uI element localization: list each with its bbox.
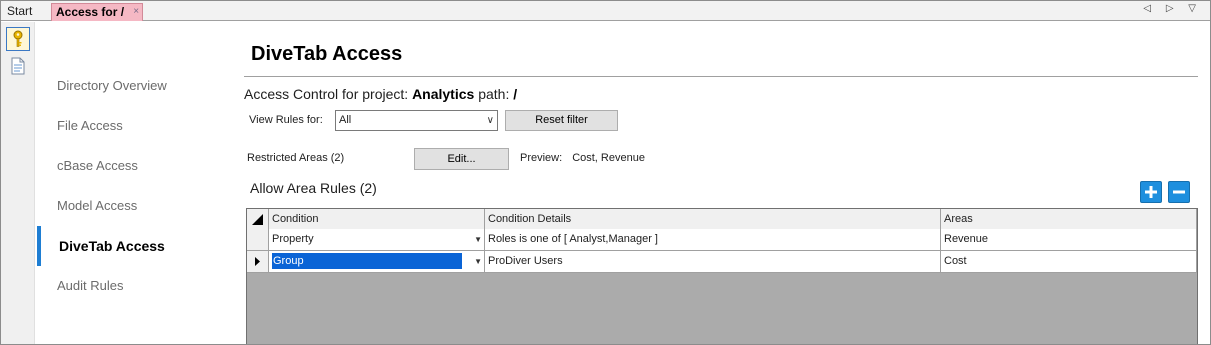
preview: Preview: Cost, Revenue	[520, 152, 645, 164]
edit-restricted-areas-button[interactable]: Edit...	[414, 148, 509, 170]
path-value: /	[513, 86, 518, 102]
nav-item-file-access[interactable]: File Access	[37, 106, 237, 146]
access-control-line: Access Control for project: Analytics pa…	[244, 86, 517, 102]
grid-header-row: Condition Condition Details Areas	[247, 209, 1197, 231]
access-control-prefix: Access Control for project:	[244, 86, 409, 102]
areas-cell[interactable]: Revenue	[941, 229, 1197, 251]
icon-rail	[1, 22, 35, 344]
details-cell[interactable]: ProDiver Users	[485, 251, 941, 273]
reset-filter-button[interactable]: Reset filter	[505, 110, 618, 131]
nav-item-divetab-access[interactable]: DiveTab Access	[37, 226, 237, 266]
condition-cell[interactable]: Property ▼	[269, 229, 485, 251]
chevron-down-icon: ∨	[486, 115, 494, 126]
details-cell[interactable]: Roles is one of [ Analyst,Manager ]	[485, 229, 941, 251]
dropdown-arrow-icon[interactable]: ▼	[474, 229, 482, 250]
rules-grid[interactable]: Condition Condition Details Areas Proper…	[246, 208, 1198, 344]
tab-scroll-controls[interactable]: ◁ ▷ ▽	[1143, 3, 1202, 14]
condition-value-selected: Group	[271, 252, 463, 270]
title-divider	[244, 76, 1198, 77]
close-icon[interactable]: ×	[133, 4, 139, 20]
column-header-condition[interactable]: Condition	[269, 209, 485, 231]
add-rule-button[interactable]	[1140, 181, 1162, 203]
view-rules-select[interactable]: All ∨	[335, 110, 498, 131]
nav-item-cbase-access[interactable]: cBase Access	[37, 146, 237, 186]
remove-rule-button[interactable]	[1168, 181, 1190, 203]
table-row[interactable]: Group ▼ ProDiver Users Cost	[247, 251, 1197, 273]
view-rules-label: View Rules for:	[249, 114, 323, 126]
nav-item-directory-overview[interactable]: Directory Overview	[37, 66, 237, 106]
nav-item-model-access[interactable]: Model Access	[37, 186, 237, 226]
key-icon[interactable]	[6, 27, 30, 51]
table-row[interactable]: Property ▼ Roles is one of [ Analyst,Man…	[247, 229, 1197, 251]
tab-access-for[interactable]: Access for / ×	[51, 3, 144, 21]
plus-icon	[1145, 186, 1157, 198]
column-header-areas[interactable]: Areas	[941, 209, 1197, 231]
page-title: DiveTab Access	[251, 43, 403, 65]
condition-cell[interactable]: Group ▼	[269, 251, 485, 273]
nav-item-audit-rules[interactable]: Audit Rules	[37, 266, 237, 306]
select-all-corner[interactable]	[247, 209, 269, 231]
row-header[interactable]	[247, 229, 269, 251]
preview-label: Preview:	[520, 152, 563, 164]
window-frame: Start Access for / × ◁ ▷ ▽ Directory Ove…	[0, 0, 1211, 345]
current-row-indicator-icon	[255, 257, 260, 266]
tab-start[interactable]: Start	[3, 3, 36, 21]
view-rules-value: All	[339, 114, 352, 126]
document-icon[interactable]	[6, 54, 30, 78]
areas-cell[interactable]: Cost	[941, 251, 1197, 273]
tab-strip: Start Access for / × ◁ ▷ ▽	[1, 1, 1210, 21]
dropdown-arrow-icon[interactable]: ▼	[474, 251, 482, 272]
column-header-condition-details[interactable]: Condition Details	[485, 209, 941, 231]
path-label: path:	[478, 86, 510, 102]
row-header[interactable]	[247, 251, 269, 273]
minus-icon	[1173, 190, 1185, 194]
preview-value: Cost, Revenue	[572, 152, 645, 164]
access-nav: Directory Overview File Access cBase Acc…	[37, 22, 237, 344]
allow-area-rules-title: Allow Area Rules (2)	[250, 180, 377, 196]
restricted-areas-label: Restricted Areas (2)	[247, 152, 345, 164]
project-name: Analytics	[412, 86, 475, 102]
tab-access-for-label: Access for /	[56, 5, 125, 19]
condition-value: Property	[272, 233, 314, 245]
